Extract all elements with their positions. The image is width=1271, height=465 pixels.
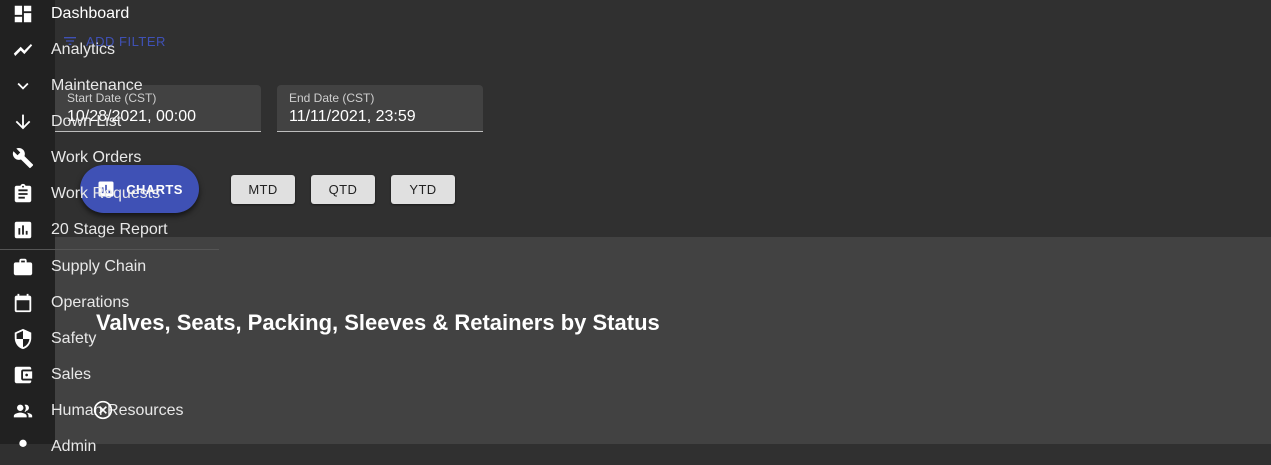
mtd-button[interactable]: MTD bbox=[231, 175, 295, 204]
dashboard-icon bbox=[0, 3, 46, 25]
wallet-icon bbox=[0, 364, 46, 386]
sidebar-item-label: Analytics bbox=[51, 41, 116, 58]
admin-icon bbox=[0, 436, 46, 458]
sidebar-item-sales[interactable]: Sales bbox=[0, 357, 91, 393]
wrench-icon bbox=[0, 147, 46, 169]
sidebar-item-maintenance[interactable]: Maintenance bbox=[0, 68, 143, 104]
sidebar-item-label: Admin bbox=[51, 438, 97, 455]
trending-icon bbox=[0, 39, 46, 61]
end-date-label: End Date (CST) bbox=[289, 91, 375, 105]
chart-title: Valves, Seats, Packing, Sleeves & Retain… bbox=[96, 310, 660, 335]
sidebar-item-label: Work Requests bbox=[51, 185, 161, 202]
people-icon bbox=[0, 400, 46, 422]
ytd-button[interactable]: YTD bbox=[391, 175, 455, 204]
briefcase-icon bbox=[0, 256, 46, 278]
sidebar-item-work-requests[interactable]: Work Requests bbox=[0, 176, 160, 212]
sidebar-item-human-resources[interactable]: Human Resources bbox=[0, 393, 184, 429]
sidebar-item-operations[interactable]: Operations bbox=[0, 285, 129, 321]
bar-chart-icon bbox=[0, 219, 46, 241]
arrow-down-icon bbox=[0, 111, 46, 133]
sidebar-item-supply-chain[interactable]: Supply Chain bbox=[0, 249, 146, 285]
chevron-down-icon bbox=[0, 75, 46, 97]
sidebar-item-analytics[interactable]: Analytics bbox=[0, 32, 115, 68]
sidebar-item-admin[interactable]: Admin bbox=[0, 429, 96, 465]
sidebar-item-label: Sales bbox=[51, 366, 92, 383]
sidebar-item-safety[interactable]: Safety bbox=[0, 321, 96, 357]
sidebar-item-label: Dashboard bbox=[51, 5, 130, 22]
sidebar-item-label: Down List bbox=[51, 113, 122, 130]
clipboard-icon bbox=[0, 183, 46, 205]
chart-panel bbox=[55, 237, 1271, 444]
sidebar-item-label: 20 Stage Report bbox=[51, 221, 168, 238]
close-circle-icon[interactable] bbox=[93, 400, 113, 420]
end-date-value[interactable]: 11/11/2021, 23:59 bbox=[289, 108, 471, 126]
sidebar-item-label: Operations bbox=[51, 294, 130, 311]
end-date-field[interactable]: End Date (CST) 11/11/2021, 23:59 bbox=[277, 85, 483, 132]
sidebar-item-20-stage-report[interactable]: 20 Stage Report bbox=[0, 212, 168, 248]
calendar-icon bbox=[0, 292, 46, 314]
qtd-button[interactable]: QTD bbox=[311, 175, 375, 204]
sidebar-item-dashboard[interactable]: Dashboard bbox=[0, 0, 129, 32]
sidebar-item-label: Human Resources bbox=[51, 402, 184, 419]
shield-icon bbox=[0, 328, 46, 350]
sidebar-item-label: Maintenance bbox=[51, 77, 143, 94]
sidebar-item-work-orders[interactable]: Work Orders bbox=[0, 140, 141, 176]
sidebar-item-label: Supply Chain bbox=[51, 258, 147, 275]
sidebar-item-label: Safety bbox=[51, 330, 97, 347]
sidebar-item-label: Work Orders bbox=[51, 149, 142, 166]
sidebar-item-down-list[interactable]: Down List bbox=[0, 104, 121, 140]
